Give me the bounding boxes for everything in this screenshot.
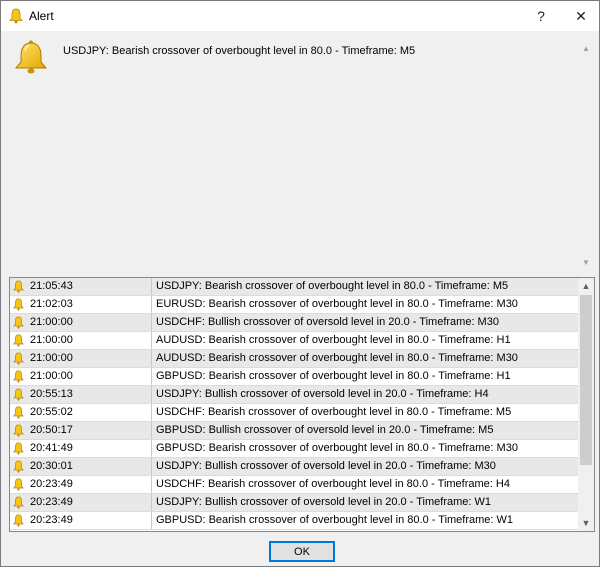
bell-icon xyxy=(13,352,24,365)
bell-icon xyxy=(13,388,24,401)
chevron-down-icon[interactable]: ▼ xyxy=(581,517,591,529)
log-message: AUDUSD: Bearish crossover of overbought … xyxy=(156,352,518,364)
bell-icon xyxy=(13,424,24,437)
log-row[interactable]: 20:30:01 USDJPY: Bullish crossover of ove… xyxy=(10,458,578,476)
log-row[interactable]: 20:23:49 USDJPY: Bullish crossover of ove… xyxy=(10,494,578,512)
alert-log-list[interactable]: 21:05:43 USDJPY: Bearish crossover of ove… xyxy=(9,277,595,532)
column-separator xyxy=(151,404,152,421)
column-separator xyxy=(151,368,152,385)
log-time: 20:50:17 xyxy=(30,424,73,436)
log-time: 20:23:49 xyxy=(30,514,73,526)
log-message: USDJPY: Bullish crossover of oversold le… xyxy=(156,460,496,472)
ok-button[interactable]: OK xyxy=(269,541,335,562)
log-rows: 21:05:43 USDJPY: Bearish crossover of ove… xyxy=(10,278,578,530)
log-message: EURUSD: Bearish crossover of overbought … xyxy=(156,298,518,310)
log-message: USDCHF: Bearish crossover of overbought … xyxy=(156,478,510,490)
log-time: 21:05:43 xyxy=(30,280,73,292)
close-button[interactable]: ✕ xyxy=(559,1,600,31)
log-message: USDJPY: Bullish crossover of oversold le… xyxy=(156,496,492,508)
log-row[interactable]: 20:23:49 USDCHF: Bearish crossover of ove… xyxy=(10,476,578,494)
chevron-up-icon[interactable]: ▲ xyxy=(581,280,591,292)
bell-icon xyxy=(9,8,23,24)
log-message: GBPUSD: Bearish crossover of overbought … xyxy=(156,442,518,454)
log-message: USDJPY: Bearish crossover of overbought … xyxy=(156,280,509,292)
log-time: 20:23:49 xyxy=(30,478,73,490)
log-row[interactable]: 21:00:00 USDCHF: Bullish crossover of ove… xyxy=(10,314,578,332)
log-time: 20:41:49 xyxy=(30,442,73,454)
column-separator xyxy=(151,512,152,529)
log-time: 21:00:00 xyxy=(30,334,73,346)
log-time: 21:00:00 xyxy=(30,352,73,364)
help-button[interactable]: ? xyxy=(519,1,563,31)
log-message: USDCHF: Bearish crossover of overbought … xyxy=(156,406,512,418)
column-separator xyxy=(151,422,152,439)
column-separator xyxy=(151,314,152,331)
column-separator xyxy=(151,386,152,403)
bell-icon xyxy=(13,298,24,311)
chevron-up-icon[interactable]: ▲ xyxy=(581,43,591,53)
column-separator xyxy=(151,350,152,367)
bell-icon xyxy=(14,40,48,74)
column-separator xyxy=(151,494,152,511)
log-message: AUDUSD: Bearish crossover of overbought … xyxy=(156,334,511,346)
log-time: 20:55:02 xyxy=(30,406,73,418)
bell-icon xyxy=(13,370,24,383)
log-message: GBPUSD: Bearish crossover of overbought … xyxy=(156,514,514,526)
bell-icon xyxy=(13,478,24,491)
log-message: USDJPY: Bullish crossover of oversold le… xyxy=(156,388,489,400)
log-row[interactable]: 20:23:49 GBPUSD: Bearish crossover of ove… xyxy=(10,512,578,530)
log-row[interactable]: 20:41:49 GBPUSD: Bearish crossover of ove… xyxy=(10,440,578,458)
log-row[interactable]: 21:00:00 GBPUSD: Bearish crossover of ove… xyxy=(10,368,578,386)
log-row[interactable]: 21:00:00 AUDUSD: Bearish crossover of ove… xyxy=(10,350,578,368)
log-time: 20:55:13 xyxy=(30,388,73,400)
log-scrollbar[interactable]: ▲ ▼ xyxy=(578,278,594,531)
bell-icon xyxy=(13,334,24,347)
log-message: USDCHF: Bullish crossover of oversold le… xyxy=(156,316,499,328)
alert-dialog: Alert ? ✕ USDJPY: Bearish crossover of o… xyxy=(0,0,600,567)
log-row[interactable]: 20:55:02 USDCHF: Bearish crossover of ove… xyxy=(10,404,578,422)
log-row[interactable]: 21:00:00 AUDUSD: Bearish crossover of ove… xyxy=(10,332,578,350)
log-message: GBPUSD: Bullish crossover of oversold le… xyxy=(156,424,494,436)
bell-icon xyxy=(13,316,24,329)
alert-message: USDJPY: Bearish crossover of overbought … xyxy=(63,45,416,57)
message-scrollbar[interactable]: ▲ ▼ xyxy=(579,39,593,269)
column-separator xyxy=(151,296,152,313)
window-title: Alert xyxy=(29,9,54,23)
column-separator xyxy=(151,278,152,295)
column-separator xyxy=(151,458,152,475)
log-row[interactable]: 20:55:13 USDJPY: Bullish crossover of ove… xyxy=(10,386,578,404)
title-bar: Alert ? ✕ xyxy=(1,1,599,31)
log-time: 21:00:00 xyxy=(30,316,73,328)
log-time: 20:23:49 xyxy=(30,496,73,508)
column-separator xyxy=(151,332,152,349)
bell-icon xyxy=(13,496,24,509)
scrollbar-thumb[interactable] xyxy=(580,295,592,465)
bell-icon xyxy=(13,442,24,455)
log-row[interactable]: 21:02:03 EURUSD: Bearish crossover of ove… xyxy=(10,296,578,314)
chevron-down-icon[interactable]: ▼ xyxy=(581,257,591,267)
bell-icon xyxy=(13,514,24,527)
bell-icon xyxy=(13,460,24,473)
log-row[interactable]: 20:50:17 GBPUSD: Bullish crossover of ove… xyxy=(10,422,578,440)
log-row[interactable]: 21:05:43 USDJPY: Bearish crossover of ove… xyxy=(10,278,578,296)
bell-icon xyxy=(13,406,24,419)
log-time: 20:30:01 xyxy=(30,460,73,472)
log-time: 21:00:00 xyxy=(30,370,73,382)
log-time: 21:02:03 xyxy=(30,298,73,310)
bell-icon xyxy=(13,280,24,293)
column-separator xyxy=(151,440,152,457)
column-separator xyxy=(151,476,152,493)
log-message: GBPUSD: Bearish crossover of overbought … xyxy=(156,370,511,382)
